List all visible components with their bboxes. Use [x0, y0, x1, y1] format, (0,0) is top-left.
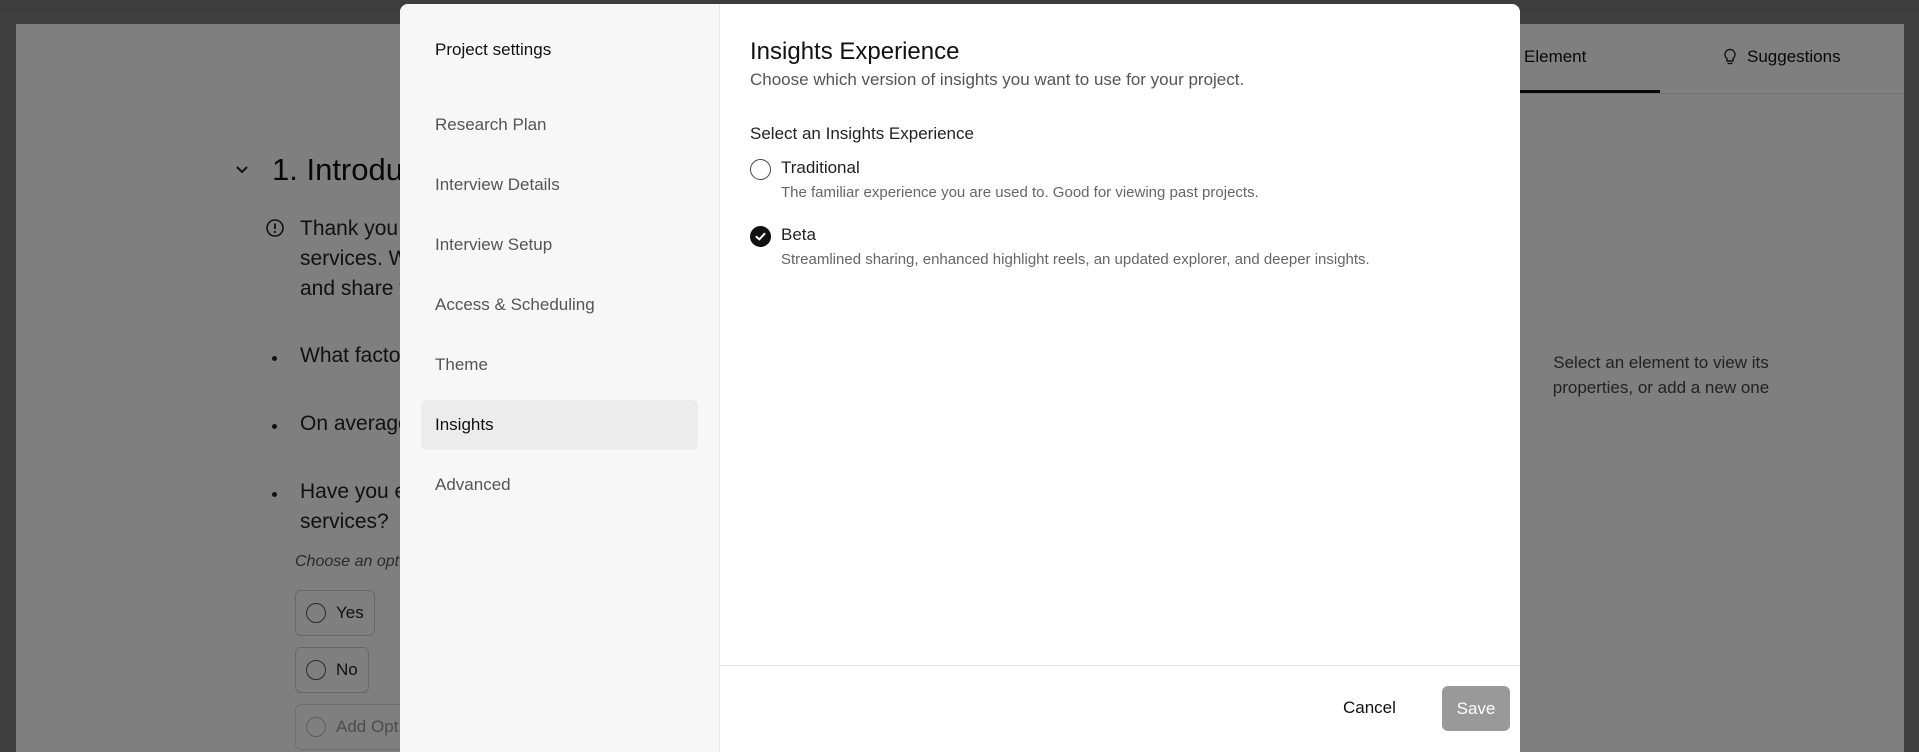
sidebar-item-advanced[interactable]: Advanced: [421, 460, 698, 510]
choice-traditional[interactable]: Traditional The familiar experience you …: [750, 158, 1490, 201]
choice-description: Streamlined sharing, enhanced highlight …: [781, 251, 1370, 268]
sidebar-item-research-plan[interactable]: Research Plan: [421, 100, 698, 150]
sidebar-item-insights[interactable]: Insights: [421, 400, 698, 450]
choice-label: Traditional: [781, 158, 860, 177]
cancel-button[interactable]: Cancel: [1329, 686, 1410, 730]
sidebar-item-access-scheduling[interactable]: Access & Scheduling: [421, 280, 698, 330]
save-button[interactable]: Save: [1442, 686, 1510, 731]
choice-description: The familiar experience you are used to.…: [781, 184, 1259, 201]
radio-unchecked-icon[interactable]: [750, 159, 771, 180]
project-settings-modal: Project settings Research Plan Interview…: [400, 4, 1520, 752]
settings-content: Insights Experience Choose which version…: [720, 4, 1520, 752]
page-title: Insights Experience: [750, 38, 960, 65]
section-label: Select an Insights Experience: [750, 124, 974, 143]
choice-label: Beta: [781, 225, 816, 244]
modal-footer: Cancel Save: [720, 665, 1520, 752]
checkmark-icon: [755, 232, 766, 241]
page-subtitle: Choose which version of insights you wan…: [750, 70, 1245, 89]
sidebar-item-interview-details[interactable]: Interview Details: [421, 160, 698, 210]
settings-sidebar: Project settings Research Plan Interview…: [400, 4, 720, 752]
sidebar-item-interview-setup[interactable]: Interview Setup: [421, 220, 698, 270]
sidebar-title: Project settings: [435, 40, 552, 59]
choice-beta[interactable]: Beta Streamlined sharing, enhanced highl…: [750, 225, 1490, 268]
radio-checked-icon[interactable]: [750, 226, 771, 247]
sidebar-item-theme[interactable]: Theme: [421, 340, 698, 390]
